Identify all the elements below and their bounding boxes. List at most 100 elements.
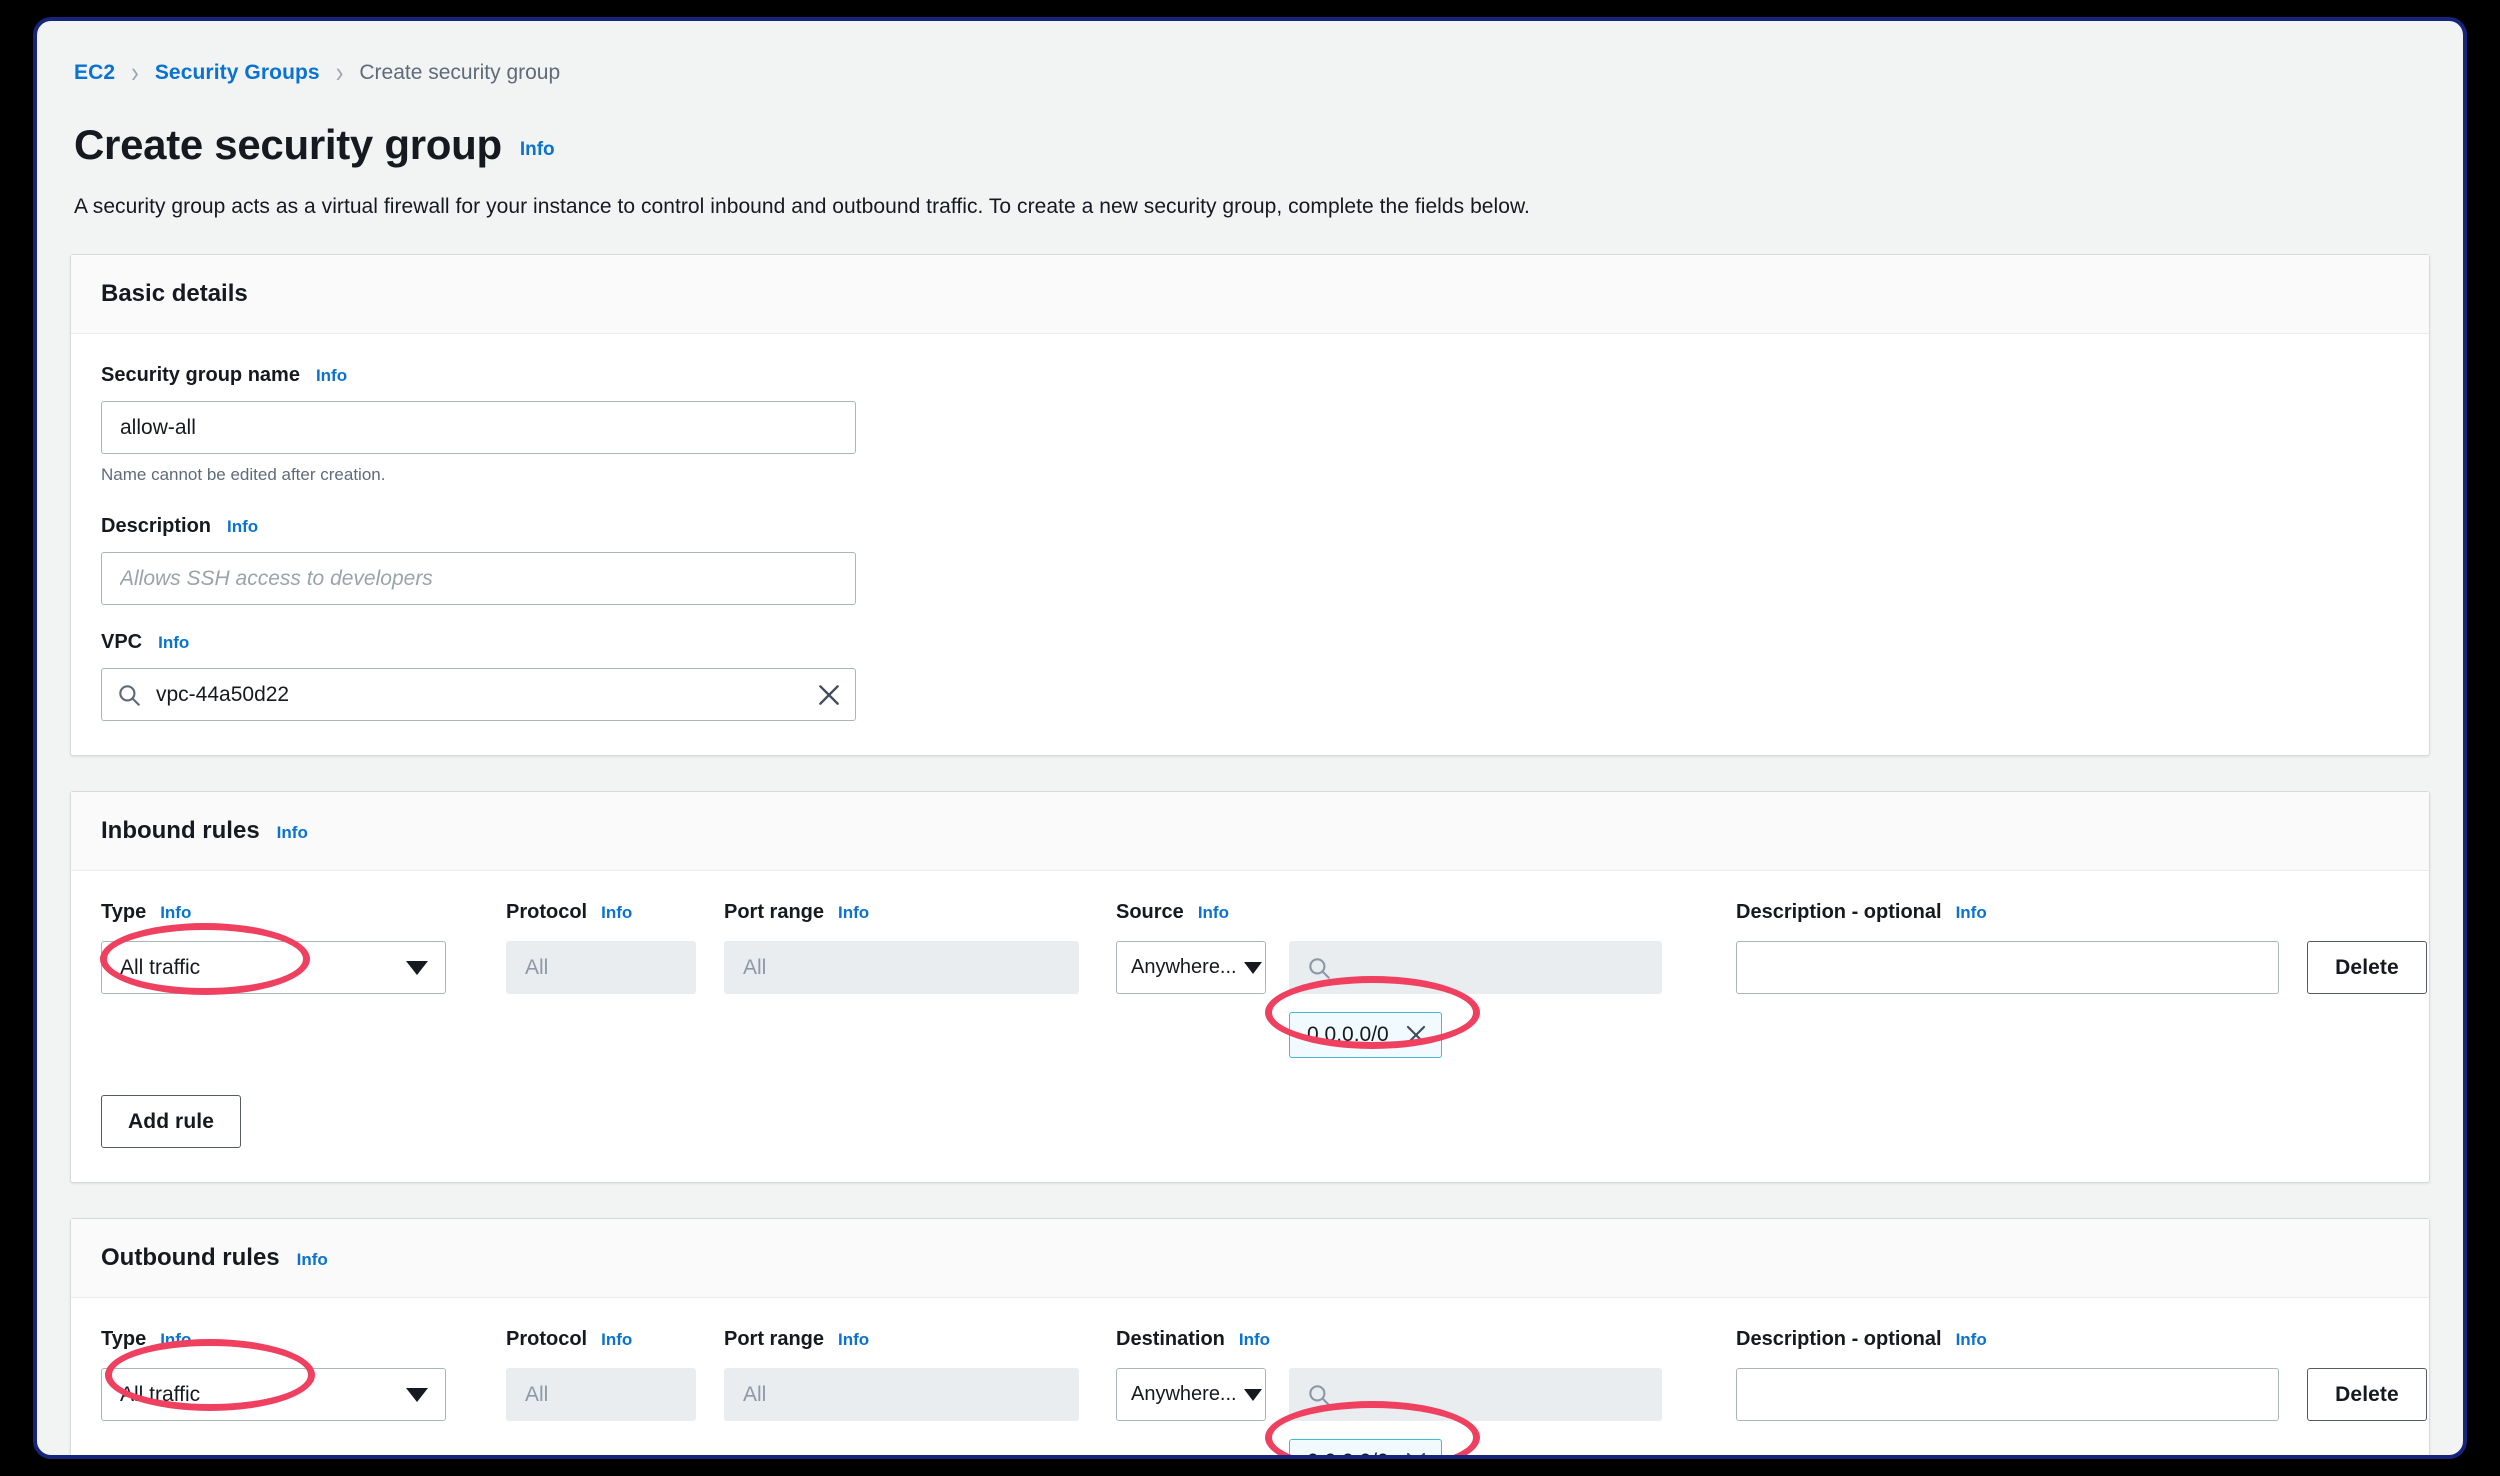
description-info-link[interactable]: Info xyxy=(227,517,258,537)
outbound-description-cell xyxy=(1736,1368,2279,1421)
inbound-rules-header: Inbound rules Info xyxy=(71,792,2429,871)
inbound-type-value: All traffic xyxy=(120,955,201,979)
outbound-port-range-cell xyxy=(724,1368,1079,1421)
inbound-source-search[interactable] xyxy=(1289,941,1662,994)
inbound-col-source-info-link[interactable]: Info xyxy=(1198,903,1229,923)
basic-details-panel: Basic details Security group name Info N… xyxy=(70,254,2430,756)
breadcrumb: EC2 › Security Groups › Create security … xyxy=(37,21,2463,87)
inbound-source-token: 0.0.0.0/0 xyxy=(1289,1012,1442,1058)
outbound-rules-body: Type Info Protocol Info Port range Info … xyxy=(71,1298,2429,1459)
inbound-col-description-label: Description - optional xyxy=(1736,901,1942,923)
basic-details-header: Basic details xyxy=(71,255,2429,334)
inbound-port-range-input xyxy=(724,941,1079,994)
inbound-rules-body: Type Info Protocol Info Port range Info … xyxy=(71,871,2429,1182)
outbound-destination-scope-select[interactable]: Anywhere... xyxy=(1116,1368,1266,1421)
outbound-protocol-input xyxy=(506,1368,696,1421)
inbound-col-port-range-info-link[interactable]: Info xyxy=(838,903,869,923)
outbound-col-protocol-label: Protocol xyxy=(506,1328,588,1350)
close-icon[interactable] xyxy=(816,682,842,708)
security-group-name-label: Security group name xyxy=(101,364,300,386)
breadcrumb-item-security-groups[interactable]: Security Groups xyxy=(155,62,320,83)
security-group-name-field: Security group name Info Name cannot be … xyxy=(101,364,2399,485)
outbound-port-range-input xyxy=(724,1368,1079,1421)
inbound-rules-column-headers: Type Info Protocol Info Port range Info … xyxy=(101,901,2399,924)
inbound-source-token-row: 0.0.0.0/0 xyxy=(1116,1012,1706,1058)
close-icon[interactable] xyxy=(1404,1023,1428,1047)
security-group-name-info-link[interactable]: Info xyxy=(316,366,347,386)
outbound-rules-header: Outbound rules Info xyxy=(71,1219,2429,1298)
chevron-down-icon xyxy=(406,1387,428,1402)
inbound-description-input[interactable] xyxy=(1736,941,2279,994)
outbound-type-value: All traffic xyxy=(120,1382,201,1406)
outbound-description-input[interactable] xyxy=(1736,1368,2279,1421)
outbound-col-destination-info-link[interactable]: Info xyxy=(1239,1330,1270,1350)
outbound-delete-cell: Delete xyxy=(2307,1368,2427,1421)
chevron-down-icon xyxy=(1243,1388,1262,1401)
outbound-col-port-range-label: Port range xyxy=(724,1328,825,1350)
chevron-down-icon xyxy=(406,960,428,975)
aws-console-window: EC2 › Security Groups › Create security … xyxy=(33,17,2467,1459)
inbound-protocol-input xyxy=(506,941,696,994)
outbound-type-cell: All traffic xyxy=(101,1368,474,1421)
outbound-protocol-cell xyxy=(506,1368,696,1421)
outbound-col-description-label: Description - optional xyxy=(1736,1328,1942,1350)
inbound-col-source: Source Info xyxy=(1116,901,1706,924)
breadcrumb-item-ec2[interactable]: EC2 xyxy=(74,62,115,83)
vpc-info-link[interactable]: Info xyxy=(158,633,189,653)
inbound-col-protocol-label: Protocol xyxy=(506,901,588,923)
inbound-col-protocol-info-link[interactable]: Info xyxy=(601,903,632,923)
outbound-type-select[interactable]: All traffic xyxy=(101,1368,446,1421)
outbound-rules-info-link[interactable]: Info xyxy=(297,1250,328,1270)
outbound-col-actions xyxy=(2307,1328,2427,1351)
inbound-port-range-cell xyxy=(724,941,1079,994)
inbound-rules-title: Inbound rules xyxy=(101,817,260,844)
inbound-col-description: Description - optional Info xyxy=(1736,901,2279,924)
outbound-delete-button[interactable]: Delete xyxy=(2307,1368,2427,1421)
basic-details-body: Security group name Info Name cannot be … xyxy=(71,334,2429,755)
outbound-col-protocol: Protocol Info xyxy=(506,1328,696,1351)
outbound-col-description: Description - optional Info xyxy=(1736,1328,2279,1351)
vpc-value: vpc-44a50d22 xyxy=(156,682,290,706)
inbound-rules-info-link[interactable]: Info xyxy=(277,823,308,843)
inbound-source-scope-select[interactable]: Anywhere... xyxy=(1116,941,1266,994)
close-icon[interactable] xyxy=(1404,1450,1428,1459)
outbound-col-description-info-link[interactable]: Info xyxy=(1956,1330,1987,1350)
security-group-name-label-row: Security group name Info xyxy=(101,364,2399,387)
inbound-description-cell xyxy=(1736,941,2279,994)
outbound-destination-cell: Anywhere... 0.0.0.0/0 xyxy=(1116,1368,1706,1459)
inbound-col-type-info-link[interactable]: Info xyxy=(160,903,191,923)
page-title: Create security group xyxy=(74,121,502,168)
inbound-source-token-label: 0.0.0.0/0 xyxy=(1307,1023,1389,1046)
inbound-delete-button[interactable]: Delete xyxy=(2307,941,2427,994)
outbound-col-port-range-info-link[interactable]: Info xyxy=(838,1330,869,1350)
inbound-col-protocol: Protocol Info xyxy=(506,901,696,924)
inbound-type-select[interactable]: All traffic xyxy=(101,941,446,994)
page-description: A security group acts as a virtual firew… xyxy=(74,195,1530,218)
outbound-col-type-info-link[interactable]: Info xyxy=(160,1330,191,1350)
outbound-destination-top: Anywhere... xyxy=(1116,1368,1706,1421)
search-icon xyxy=(119,684,140,706)
inbound-col-description-info-link[interactable]: Info xyxy=(1956,903,1987,923)
description-input[interactable] xyxy=(101,552,856,605)
inbound-col-type-label: Type xyxy=(101,901,147,923)
breadcrumb-item-current: Create security group xyxy=(359,61,561,84)
vpc-select-wrap: vpc-44a50d22 xyxy=(101,668,856,721)
security-group-name-input[interactable] xyxy=(101,401,856,454)
inbound-add-rule-wrap: Add rule xyxy=(101,1095,2399,1148)
vpc-select[interactable]: vpc-44a50d22 xyxy=(101,668,856,721)
search-icon xyxy=(1309,957,1330,979)
description-label-row: Description Info xyxy=(101,515,2399,538)
outbound-rules-title: Outbound rules xyxy=(101,1244,280,1271)
inbound-source-cell: Anywhere... 0.0.0.0/0 xyxy=(1116,941,1706,1058)
vpc-label-row: VPC Info xyxy=(101,631,2399,654)
outbound-rules-panel: Outbound rules Info Type Info Protocol I… xyxy=(70,1218,2430,1459)
description-field: Description Info xyxy=(101,515,2399,605)
inbound-source-scope-value: Anywhere... xyxy=(1131,956,1237,978)
add-rule-button[interactable]: Add rule xyxy=(101,1095,241,1148)
outbound-destination-search[interactable] xyxy=(1289,1368,1662,1421)
inbound-col-source-label: Source xyxy=(1116,901,1184,923)
outbound-col-protocol-info-link[interactable]: Info xyxy=(601,1330,632,1350)
page-info-link[interactable]: Info xyxy=(520,139,555,161)
outbound-destination-token: 0.0.0.0/0 xyxy=(1289,1439,1442,1459)
security-group-name-helper: Name cannot be edited after creation. xyxy=(101,465,386,484)
